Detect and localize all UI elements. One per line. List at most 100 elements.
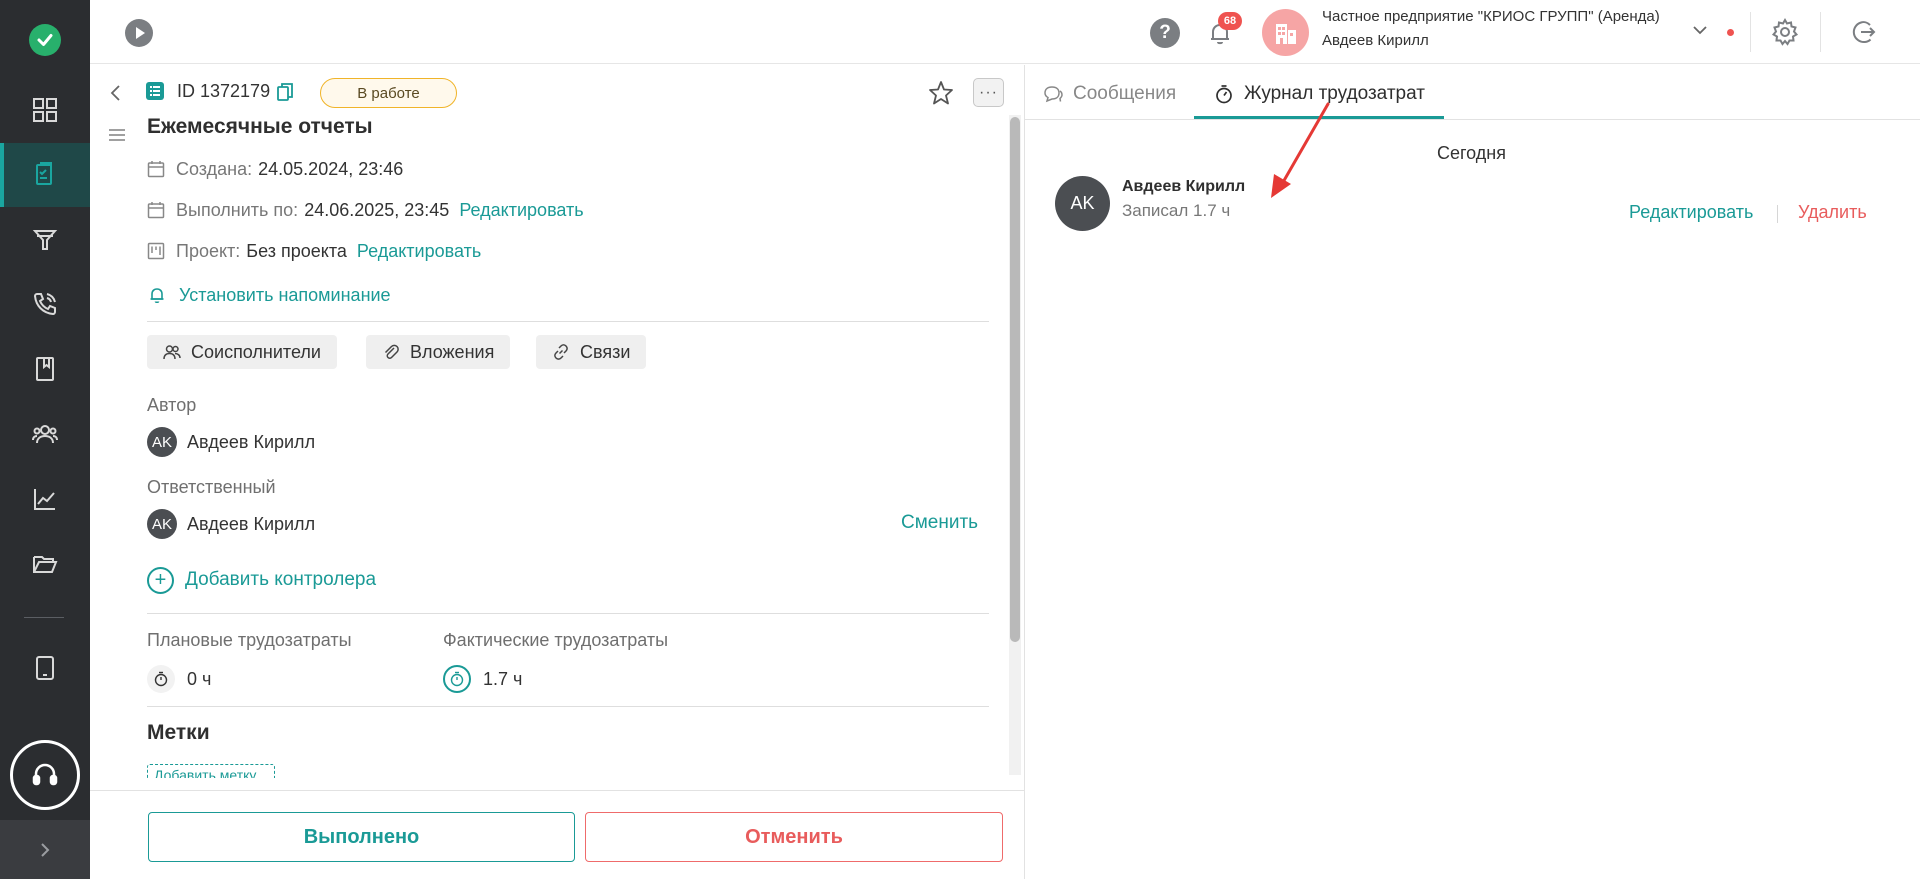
complete-button[interactable]: Выполнено — [148, 812, 575, 862]
author-row[interactable]: AK Авдеев Кирилл — [147, 427, 315, 457]
tabs-divider — [1025, 119, 1920, 120]
cancel-button[interactable]: Отменить — [585, 812, 1003, 862]
task-id: ID 1372179 — [177, 81, 271, 101]
set-reminder-label: Установить напоминание — [179, 284, 391, 305]
link-icon — [554, 344, 568, 360]
responsible-label: Ответственный — [147, 477, 276, 497]
project-board-icon — [147, 242, 165, 260]
status-dot — [1727, 29, 1734, 36]
responsible-row[interactable]: AK Авдеев Кирилл — [147, 509, 315, 539]
gear-icon[interactable] — [1770, 17, 1800, 47]
attachments-label: Вложения — [410, 341, 495, 362]
calendar-icon — [147, 161, 165, 178]
links-label: Связи — [580, 341, 631, 362]
org-building-icon[interactable] — [1262, 9, 1309, 56]
created-value: 24.05.2024, 23:46 — [258, 158, 404, 179]
rail-divider — [24, 617, 64, 618]
stopwatch-icon — [1216, 85, 1232, 104]
created-row: Создана: 24.05.2024, 23:46 — [147, 157, 403, 181]
scroll-fade — [140, 778, 1000, 790]
divider — [147, 321, 989, 322]
due-value: 24.06.2025, 23:45 — [304, 199, 450, 220]
coexecutors-label: Соисполнители — [191, 341, 321, 362]
task-title: Ежемесячные отчеты — [147, 115, 373, 138]
project-label: Проект: — [176, 240, 241, 261]
attachments-button[interactable]: Вложения — [366, 335, 511, 369]
divider — [147, 706, 989, 707]
edit-due-link[interactable]: Редактировать — [459, 200, 583, 221]
set-reminder-link[interactable]: Установить напоминание — [147, 283, 391, 307]
notification-badge: 68 — [1218, 12, 1242, 30]
avatar: AK — [147, 427, 177, 457]
planned-labor-label: Плановые трудозатраты — [147, 630, 352, 650]
edit-project-link[interactable]: Редактировать — [357, 241, 481, 262]
entry-text: Записал 1.7 ч — [1122, 201, 1231, 220]
tab-messages-label: Сообщения — [1073, 83, 1177, 104]
current-user-name[interactable]: Авдеев Кирилл — [1322, 32, 1429, 49]
app-logo-check-icon[interactable] — [29, 24, 61, 56]
avatar: AK — [147, 509, 177, 539]
author-name: Авдеев Кирилл — [187, 431, 316, 452]
support-headset-icon[interactable] — [10, 740, 80, 810]
task-type-icon — [146, 82, 164, 100]
chart-icon[interactable] — [0, 467, 90, 531]
chat-bubbles-icon — [1044, 86, 1063, 103]
tasks-icon[interactable] — [0, 143, 90, 207]
due-label: Выполнить по: — [176, 199, 299, 220]
project-row: Проект: Без проекта Редактировать — [147, 239, 481, 263]
delete-entry-link[interactable]: Удалить — [1798, 202, 1867, 223]
coexecutors-button[interactable]: Соисполнители — [147, 335, 337, 369]
plus-circle-icon: + — [147, 566, 174, 594]
org-name[interactable]: Частное предприятие "КРИОС ГРУПП" (Аренд… — [1322, 8, 1660, 25]
links-button[interactable]: Связи — [536, 335, 647, 369]
bell-icon — [150, 288, 164, 304]
author-label: Автор — [147, 395, 197, 415]
planned-labor-value: 0 ч — [187, 668, 212, 689]
change-responsible-link[interactable]: Сменить — [901, 512, 978, 534]
status-badge[interactable]: В работе — [320, 78, 457, 108]
play-icon[interactable] — [124, 18, 154, 48]
created-label: Создана: — [176, 158, 253, 179]
expand-rail-chevron-icon[interactable] — [0, 820, 90, 879]
people-icon[interactable] — [0, 402, 90, 466]
star-icon[interactable] — [927, 79, 955, 107]
actual-labor: Фактические трудозатраты 1.7 ч — [443, 630, 668, 693]
responsible-name: Авдеев Кирилл — [187, 513, 316, 534]
back-chevron-icon[interactable] — [107, 82, 125, 104]
more-options-button[interactable]: ··· — [973, 78, 1004, 107]
action-divider — [1777, 205, 1778, 223]
edit-entry-link[interactable]: Редактировать — [1629, 202, 1753, 223]
day-group-label: Сегодня — [1437, 143, 1506, 163]
calendar-icon — [147, 202, 165, 219]
chevron-down-icon[interactable] — [1690, 20, 1710, 40]
funnel-icon[interactable] — [0, 208, 90, 272]
project-value: Без проекта — [246, 240, 347, 261]
avatar: AK — [1055, 176, 1110, 231]
phone-icon[interactable] — [0, 272, 90, 336]
help-icon[interactable]: ? — [1150, 18, 1180, 48]
stopwatch-icon — [443, 665, 471, 693]
entry-author: Авдеев Кирилл — [1122, 178, 1246, 195]
copy-icon[interactable] — [276, 82, 294, 102]
scrollbar-thumb[interactable] — [1010, 117, 1020, 642]
stopwatch-icon — [147, 665, 175, 693]
tab-messages[interactable]: Сообщения — [1043, 80, 1176, 108]
footer-divider — [90, 790, 1024, 791]
folder-icon[interactable] — [0, 532, 90, 596]
paperclip-icon — [384, 344, 399, 359]
dashboard-icon[interactable] — [0, 78, 90, 142]
header-divider — [1750, 12, 1751, 52]
people-icon — [163, 345, 181, 360]
book-icon[interactable] — [0, 337, 90, 401]
header-divider — [1820, 12, 1821, 52]
due-row: Выполнить по: 24.06.2025, 23:45 Редактир… — [147, 198, 584, 222]
menu-lines-icon[interactable] — [108, 126, 126, 144]
logout-icon[interactable] — [1848, 17, 1878, 47]
task-panel — [90, 65, 1024, 879]
panel-divider — [1024, 65, 1025, 879]
tablet-icon[interactable] — [0, 636, 90, 700]
annotation-arrow — [1271, 102, 1330, 198]
actual-labor-value: 1.7 ч — [483, 668, 523, 689]
add-controller-button[interactable]: + Добавить контролера — [147, 565, 376, 595]
left-rail — [0, 0, 90, 879]
